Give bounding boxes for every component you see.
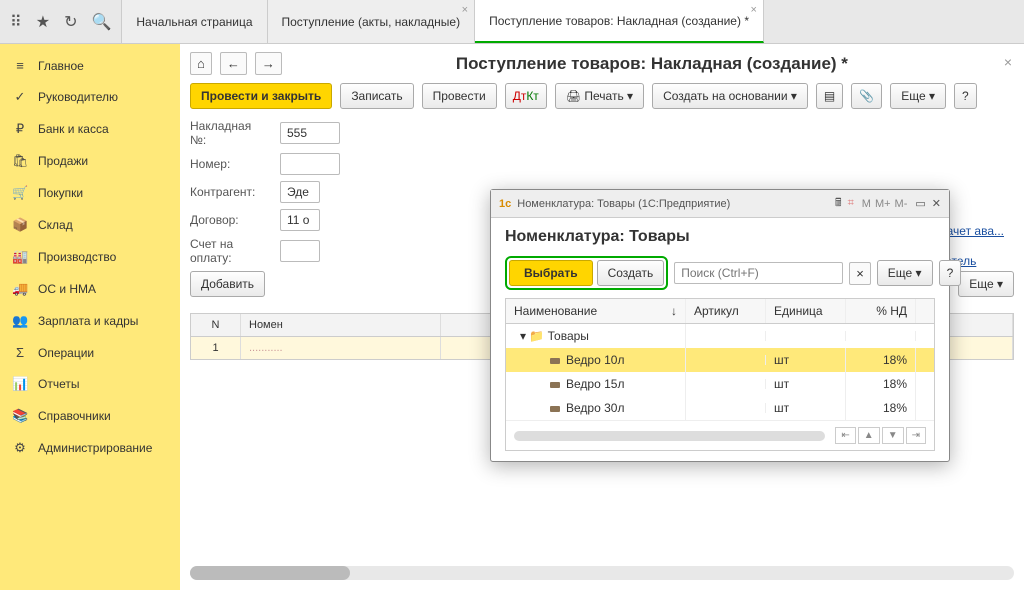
sidebar-item[interactable]: 🏭Производство <box>0 241 180 273</box>
mem-button[interactable]: M- <box>895 198 908 210</box>
create-based-button[interactable]: Создать на основании ▾ <box>652 83 808 109</box>
tab[interactable]: Поступление товаров: Накладная (создание… <box>475 0 764 43</box>
sidebar-item[interactable]: ⚙Администрирование <box>0 432 180 464</box>
list-item[interactable]: Ведро 10лшт18% <box>506 348 934 372</box>
tab-close-icon[interactable]: × <box>462 4 468 16</box>
cal-icon[interactable]: ⌗ <box>848 197 854 210</box>
sidebar-item[interactable]: 🛒Покупки <box>0 177 180 209</box>
sidebar-icon: 🛍 <box>12 153 28 169</box>
star-icon[interactable]: ★ <box>36 12 50 32</box>
contract-input[interactable] <box>280 209 320 231</box>
create-button[interactable]: Создать <box>597 260 665 286</box>
invoice-label: Накладная №: <box>190 119 270 147</box>
sidebar-icon: ₽ <box>12 121 28 137</box>
dt-kt-button[interactable]: ДтКт <box>505 83 547 109</box>
sidebar-item[interactable]: 🚚ОС и НМА <box>0 273 180 305</box>
search-input[interactable] <box>674 262 843 284</box>
minimize-icon[interactable]: ▭ <box>915 197 925 210</box>
help-button[interactable]: ? <box>954 83 977 109</box>
contract-label: Договор: <box>190 213 270 227</box>
nav-up[interactable]: ▲ <box>858 427 880 444</box>
sidebar-item[interactable]: ₽Банк и касса <box>0 113 180 145</box>
dialog-close-icon[interactable]: ✕ <box>932 197 941 210</box>
sidebar-item[interactable]: 📦Склад <box>0 209 180 241</box>
tab[interactable]: Начальная страница <box>122 0 267 43</box>
nav-down[interactable]: ▼ <box>882 427 904 444</box>
sidebar-item[interactable]: ✓Руководителю <box>0 81 180 113</box>
post-button[interactable]: Провести <box>422 83 497 109</box>
sidebar-icon: 🚚 <box>12 281 28 297</box>
tab-close-icon[interactable]: × <box>751 4 757 16</box>
nav-last[interactable]: ⇥ <box>906 427 926 444</box>
save-button[interactable]: Записать <box>340 83 413 109</box>
sidebar-icon: 👥 <box>12 313 28 329</box>
sidebar-item[interactable]: 📊Отчеты <box>0 368 180 400</box>
sidebar-item[interactable]: 📚Справочники <box>0 400 180 432</box>
sidebar-icon: Σ <box>12 345 28 360</box>
select-button[interactable]: Выбрать <box>509 260 593 286</box>
sidebar-icon: 📦 <box>12 217 28 233</box>
more-button[interactable]: Еще ▾ <box>890 83 946 109</box>
sidebar-item[interactable]: 🛍Продажи <box>0 145 180 177</box>
apps-icon[interactable]: ⠿ <box>10 12 22 32</box>
mem-button[interactable]: M+ <box>875 198 891 210</box>
home-button[interactable]: ⌂ <box>190 52 212 75</box>
sidebar-icon: 📚 <box>12 408 28 424</box>
back-button[interactable]: ← <box>220 52 247 75</box>
post-and-close-button[interactable]: Провести и закрыть <box>190 83 332 109</box>
add-button[interactable]: Добавить <box>190 271 265 297</box>
1c-icon: 1c <box>499 198 511 210</box>
sidebar-item[interactable]: 👥Зарплата и кадры <box>0 305 180 337</box>
tab[interactable]: Поступление (акты, накладные)× <box>268 0 476 43</box>
sidebar-icon: ≡ <box>12 58 28 73</box>
number-label: Номер: <box>190 157 270 171</box>
number-input[interactable] <box>280 153 340 175</box>
folder-row[interactable]: ▾ 📁 Товары <box>506 324 934 348</box>
page-title: Поступление товаров: Накладная (создание… <box>290 54 1014 74</box>
nomenclature-dialog: 1c Номенклатура: Товары (1С:Предприятие)… <box>490 189 950 462</box>
list-item[interactable]: Ведро 15лшт18% <box>506 372 934 396</box>
search-icon[interactable]: 🔍 <box>91 12 111 32</box>
attach-button[interactable]: 📎 <box>851 83 882 109</box>
sheet-button[interactable]: ▤ <box>816 83 843 109</box>
modal-help-button[interactable]: ? <box>939 260 962 286</box>
invoice-input[interactable] <box>280 122 340 144</box>
clear-search-button[interactable]: × <box>849 262 871 285</box>
close-icon[interactable]: × <box>1004 54 1012 70</box>
calc-icon[interactable]: 🖩 <box>835 194 842 213</box>
sidebar-icon: ✓ <box>12 89 28 105</box>
forward-button[interactable]: → <box>255 52 282 75</box>
print-button[interactable]: 🖨 Печать ▾ <box>555 83 644 109</box>
sidebar-icon: ⚙ <box>12 440 28 456</box>
modal-more-button[interactable]: Еще ▾ <box>877 260 933 286</box>
history-icon[interactable]: ↻ <box>64 12 77 32</box>
sidebar-icon: 📊 <box>12 376 28 392</box>
nav-first[interactable]: ⇤ <box>835 427 855 444</box>
account-input[interactable] <box>280 240 320 262</box>
sidebar-icon: 🛒 <box>12 185 28 201</box>
dialog-title: Номенклатура: Товары (1С:Предприятие) <box>517 198 730 210</box>
dialog-heading: Номенклатура: Товары <box>505 228 935 246</box>
sidebar-icon: 🏭 <box>12 249 28 265</box>
contragent-label: Контрагент: <box>190 185 270 199</box>
mem-button[interactable]: M <box>862 198 871 210</box>
contragent-input[interactable] <box>280 181 320 203</box>
sidebar-item[interactable]: ≡Главное <box>0 50 180 81</box>
account-label: Счет на оплату: <box>190 237 270 265</box>
list-item[interactable]: Ведро 30лшт18% <box>506 396 934 420</box>
sidebar-item[interactable]: ΣОперации <box>0 337 180 368</box>
